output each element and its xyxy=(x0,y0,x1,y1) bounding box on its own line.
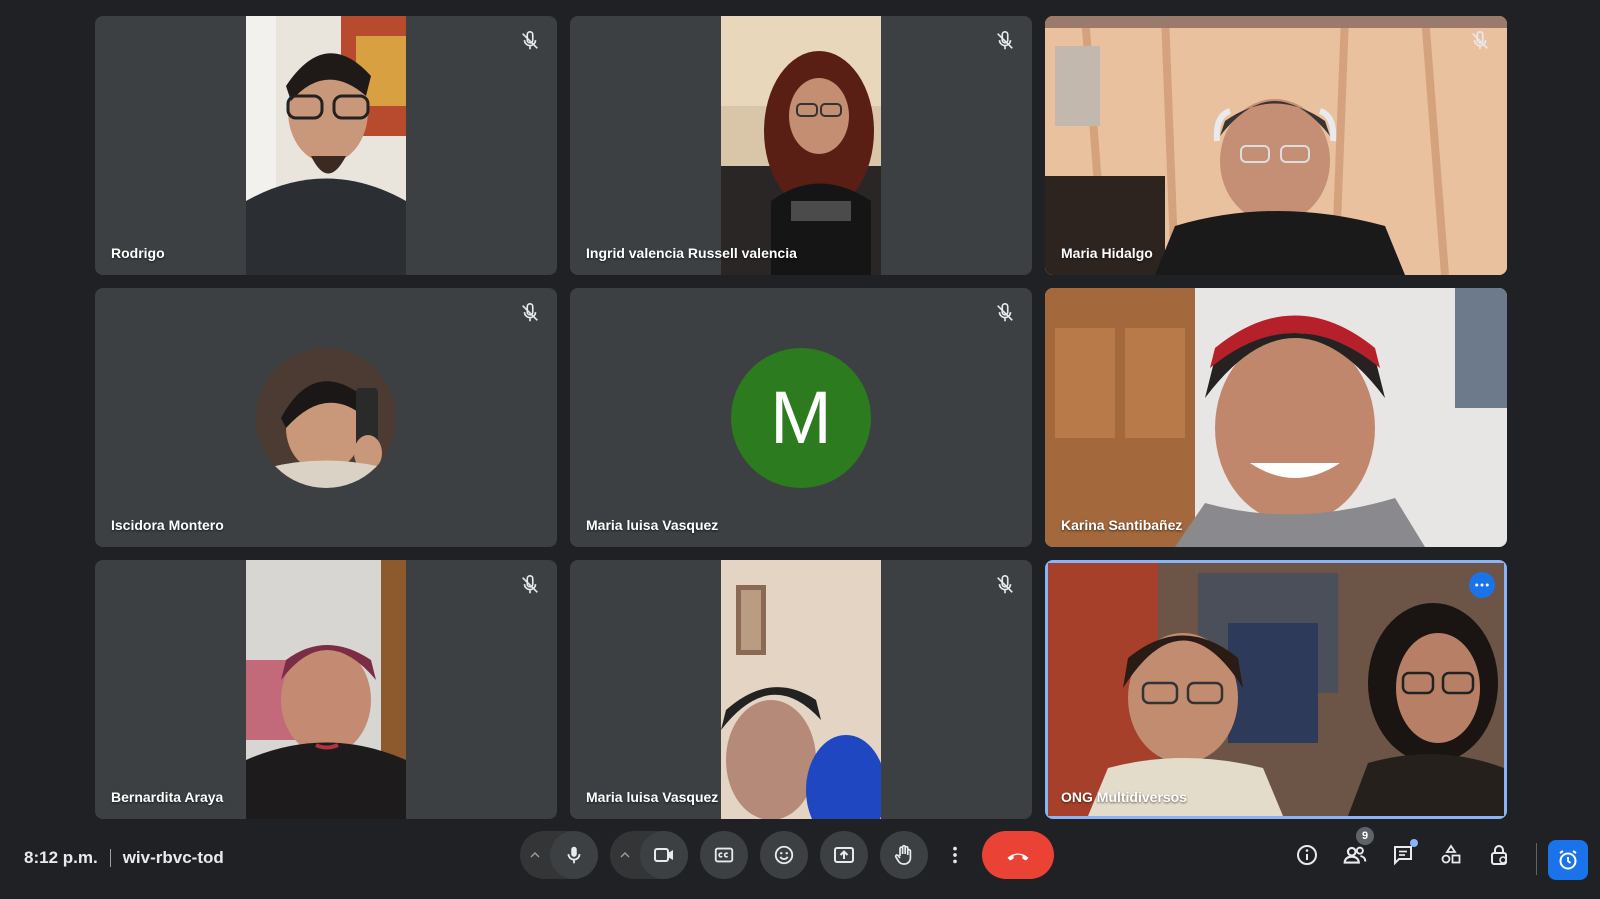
meet-stage: Rodrigo Ingrid valencia Russell valencia xyxy=(0,0,1600,899)
participant-video xyxy=(246,16,406,275)
muted-mic-icon xyxy=(994,30,1016,52)
chevron-up-icon[interactable] xyxy=(610,831,640,879)
participant-name: Rodrigo xyxy=(111,245,165,261)
present-screen-icon xyxy=(834,847,854,863)
participant-name: Ingrid valencia Russell valencia xyxy=(586,245,797,261)
host-controls-icon xyxy=(1491,845,1507,865)
activities-icon xyxy=(1441,844,1461,864)
raise-hand-button[interactable] xyxy=(880,831,928,879)
muted-mic-icon xyxy=(1469,30,1491,52)
participant-video xyxy=(721,560,881,819)
chat-button[interactable] xyxy=(1386,835,1420,875)
muted-mic-icon xyxy=(519,302,541,324)
participant-tile[interactable]: Maria luisa Vasquez xyxy=(570,560,1032,819)
camera-icon xyxy=(654,848,673,862)
end-call-icon xyxy=(1007,853,1029,861)
muted-mic-icon xyxy=(519,30,541,52)
captions-button[interactable] xyxy=(700,831,748,879)
participant-tile-active-speaker[interactable]: ONG Multidiversos xyxy=(1045,560,1507,819)
microphone-icon xyxy=(567,846,581,864)
divider xyxy=(1536,843,1537,875)
end-call-button[interactable] xyxy=(982,831,1054,879)
activities-button[interactable] xyxy=(1434,835,1468,875)
participant-video xyxy=(246,560,406,819)
participant-video xyxy=(1045,288,1507,547)
call-controls xyxy=(520,831,1054,879)
muted-mic-icon xyxy=(519,574,541,596)
meeting-code[interactable]: wiv-rbvc-tod xyxy=(123,848,224,868)
more-options-icon xyxy=(953,846,957,864)
people-icon xyxy=(1343,846,1367,864)
participant-tile[interactable]: Iscidora Montero xyxy=(95,288,557,547)
people-button[interactable]: 9 xyxy=(1338,827,1374,875)
meeting-time: 8:12 p.m. xyxy=(24,848,98,867)
participant-tile[interactable]: Maria Hidalgo xyxy=(1045,16,1507,275)
divider xyxy=(109,849,111,867)
participant-video xyxy=(1045,16,1507,275)
raise-hand-icon xyxy=(894,844,912,865)
chevron-up-icon[interactable] xyxy=(520,831,550,879)
avatar-letter: M xyxy=(731,347,871,488)
side-panel-controls: 9 xyxy=(1290,827,1516,875)
muted-mic-icon xyxy=(994,574,1016,596)
avatar xyxy=(256,347,396,488)
mic-control-group xyxy=(520,831,598,879)
reactions-button[interactable] xyxy=(760,831,808,879)
participant-tile[interactable]: Bernardita Araya xyxy=(95,560,557,819)
timer-button[interactable] xyxy=(1548,840,1588,880)
participant-name: Maria luisa Vasquez xyxy=(586,517,719,533)
microphone-button[interactable] xyxy=(550,831,598,879)
emoji-icon xyxy=(774,845,794,865)
participant-name: Bernardita Araya xyxy=(111,789,224,805)
camera-control-group xyxy=(610,831,688,879)
participant-tile[interactable]: Ingrid valencia Russell valencia xyxy=(570,16,1032,275)
camera-button[interactable] xyxy=(640,831,688,879)
more-options-icon[interactable] xyxy=(1469,572,1495,598)
participant-tile[interactable]: Rodrigo xyxy=(95,16,557,275)
new-message-dot xyxy=(1410,839,1418,847)
participant-video xyxy=(721,16,881,275)
participant-name: ONG Multidiversos xyxy=(1061,789,1188,805)
info-icon xyxy=(1297,845,1317,865)
participant-tile[interactable]: M Maria luisa Vasquez xyxy=(570,288,1032,547)
participant-name: Karina Santibañez xyxy=(1061,517,1183,533)
participant-name: Iscidora Montero xyxy=(111,517,224,533)
host-controls-button[interactable] xyxy=(1482,835,1516,875)
participant-name: Maria luisa Vasquez xyxy=(586,789,719,805)
participant-name: Maria Hidalgo xyxy=(1061,245,1153,261)
participant-tile[interactable]: Karina Santibañez xyxy=(1045,288,1507,547)
more-options-button[interactable] xyxy=(940,831,970,879)
participant-count-badge: 9 xyxy=(1356,827,1374,845)
timer-icon xyxy=(1559,850,1577,870)
muted-mic-icon xyxy=(994,302,1016,324)
meeting-details-button[interactable] xyxy=(1290,835,1324,875)
captions-icon xyxy=(714,847,734,863)
participant-video xyxy=(1048,563,1504,816)
present-screen-button[interactable] xyxy=(820,831,868,879)
meeting-info: 8:12 p.m. wiv-rbvc-tod xyxy=(24,848,224,868)
